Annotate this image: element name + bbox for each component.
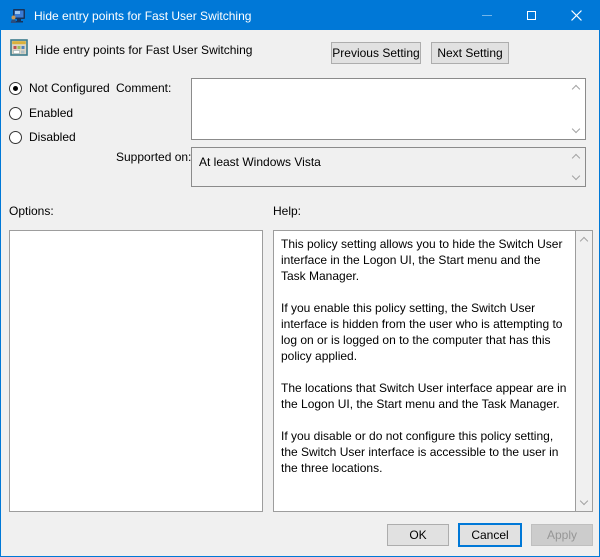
close-button[interactable] — [554, 1, 599, 30]
radio-circle — [9, 106, 22, 120]
radio-circle — [9, 81, 22, 95]
supported-on-box: At least Windows Vista — [191, 147, 586, 187]
previous-setting-button[interactable]: Previous Setting — [331, 42, 421, 64]
scroll-up-icon[interactable] — [572, 153, 580, 161]
help-paragraph: If you enable this policy setting, the S… — [281, 301, 563, 363]
caption-buttons — [464, 1, 599, 30]
scroll-up-icon[interactable] — [572, 84, 580, 92]
radio-enabled[interactable]: Enabled — [9, 106, 73, 120]
close-icon — [571, 10, 582, 21]
scroll-down-icon[interactable] — [580, 498, 588, 506]
cancel-button[interactable]: Cancel — [459, 524, 521, 546]
scroll-up-icon[interactable] — [580, 236, 588, 244]
scroll-down-icon[interactable] — [572, 126, 580, 134]
ok-button[interactable]: OK — [387, 524, 449, 546]
help-paragraph: The locations that Switch User interface… — [281, 381, 567, 411]
options-label: Options: — [9, 204, 54, 218]
radio-label: Not Configured — [29, 81, 110, 95]
comment-input[interactable] — [191, 78, 586, 140]
radio-selected-dot — [13, 85, 18, 91]
policy-dialog-window: Hide entry points for Fast User Switchin… — [0, 0, 600, 557]
radio-disabled[interactable]: Disabled — [9, 130, 76, 144]
policy-title: Hide entry points for Fast User Switchin… — [35, 43, 253, 57]
radio-label: Enabled — [29, 106, 74, 120]
radio-circle — [9, 130, 22, 144]
help-paragraph: This policy setting allows you to hide t… — [281, 237, 563, 283]
next-setting-button[interactable]: Next Setting — [431, 42, 509, 64]
policy-setting-icon — [10, 39, 28, 56]
radio-label: Disabled — [29, 130, 76, 144]
scroll-down-icon[interactable] — [572, 173, 580, 181]
minimize-button[interactable] — [464, 1, 509, 30]
help-scrollbar[interactable] — [575, 231, 592, 511]
help-label: Help: — [273, 204, 302, 218]
radio-not-configured[interactable]: Not Configured — [9, 81, 110, 95]
computer-user-icon — [10, 8, 25, 23]
help-text: This policy setting allows you to hide t… — [274, 231, 575, 511]
supported-on-label: Supported on: — [116, 150, 192, 164]
comment-label: Comment: — [116, 81, 172, 95]
maximize-icon — [527, 11, 536, 20]
minimize-icon — [481, 15, 492, 16]
supported-on-value: At least Windows Vista — [199, 155, 321, 169]
help-paragraph: If you disable or do not configure this … — [281, 429, 559, 475]
window-title: Hide entry points for Fast User Switchin… — [34, 8, 252, 23]
maximize-button[interactable] — [509, 1, 554, 30]
titlebar[interactable]: Hide entry points for Fast User Switchin… — [1, 1, 599, 30]
options-panel — [9, 230, 263, 512]
help-panel: This policy setting allows you to hide t… — [273, 230, 593, 512]
apply-button[interactable]: Apply — [531, 524, 593, 546]
